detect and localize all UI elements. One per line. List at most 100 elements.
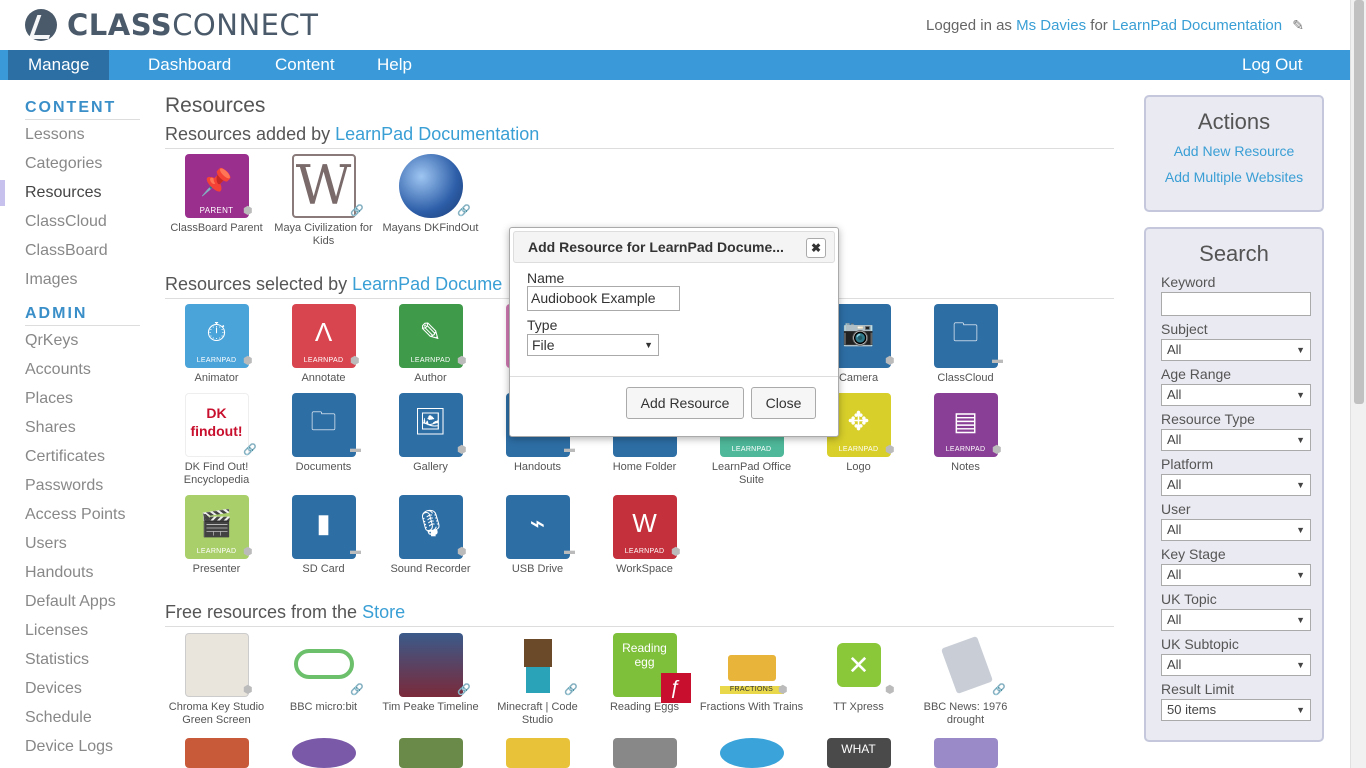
sidebar-item-access-points[interactable]: Access Points bbox=[25, 506, 125, 524]
sidebar-item-categories[interactable]: Categories bbox=[25, 155, 102, 173]
sidebar-item-licenses[interactable]: Licenses bbox=[25, 622, 88, 640]
resource-tile[interactable]: 🎙 ⬢ Sound Recorder bbox=[377, 495, 484, 576]
nav-content[interactable]: Content bbox=[255, 50, 355, 80]
select-value: All bbox=[1167, 522, 1182, 537]
sidebar-item-accounts[interactable]: Accounts bbox=[25, 361, 91, 379]
resource-tile[interactable]: 📌 PARENT ⬢ ClassBoard Parent bbox=[163, 154, 270, 235]
sidebar-item-lessons[interactable]: Lessons bbox=[25, 126, 85, 144]
resource-tile[interactable]: ▤ LEARNPAD ⬢ Notes bbox=[912, 393, 1019, 474]
store-tile[interactable]: 🔗 Tim Peake Timeline bbox=[377, 633, 484, 714]
android-icon: ⬢ bbox=[885, 444, 895, 456]
uk-topic-label: UK Topic bbox=[1161, 591, 1217, 607]
green-screen-icon bbox=[184, 633, 249, 697]
resource-type-select[interactable]: All ▼ bbox=[1161, 429, 1311, 451]
close-button[interactable]: Close bbox=[751, 387, 816, 419]
resource-tile[interactable]: ✎ LEARNPAD ⬢ Author bbox=[377, 304, 484, 385]
link-icon: 🔗 bbox=[457, 205, 471, 217]
resource-tile[interactable]: 🖼 ⬢ Gallery bbox=[377, 393, 484, 474]
store-tile[interactable]: Reading egg ƒ Reading Eggs bbox=[591, 633, 698, 714]
sidebar-item-images[interactable]: Images bbox=[25, 271, 77, 289]
resource-tile[interactable]: 🎬 LEARNPAD ⬢ Presenter bbox=[163, 495, 270, 576]
android-icon: ⬢ bbox=[992, 444, 1002, 456]
nav-help[interactable]: Help bbox=[357, 50, 432, 80]
resource-tile[interactable]: 🗀 ▬ ClassCloud bbox=[912, 304, 1019, 385]
store-tile[interactable]: ✕ ⬢ TT Xpress bbox=[805, 633, 912, 714]
close-icon[interactable]: ✖ bbox=[806, 238, 826, 258]
tile-badge: FRACTIONS bbox=[719, 686, 784, 694]
android-icon: ⬢ bbox=[671, 546, 681, 558]
store-tile[interactable]: FRACTIONS ⬢ Fractions With Trains bbox=[698, 633, 805, 714]
name-input[interactable]: Audiobook Example bbox=[527, 286, 680, 311]
sidebar-item-classboard[interactable]: ClassBoard bbox=[25, 242, 108, 260]
add-multiple-websites-link[interactable]: Add Multiple Websites bbox=[1146, 169, 1322, 185]
scrollbar-thumb[interactable] bbox=[1354, 0, 1364, 404]
store-tile[interactable] bbox=[270, 738, 377, 768]
classconnect-logo[interactable]: CLASSCONNECT bbox=[25, 8, 318, 42]
store-tile[interactable]: ⬢ Chroma Key Studio Green Screen bbox=[163, 633, 270, 727]
sidebar-item-certificates[interactable]: Certificates bbox=[25, 448, 105, 466]
result-limit-select[interactable]: 50 items ▼ bbox=[1161, 699, 1311, 721]
store-link[interactable]: Store bbox=[362, 602, 405, 622]
sidebar-item-device-logs[interactable]: Device Logs bbox=[25, 738, 113, 756]
resource-tile[interactable]: ⌁ ▬ USB Drive bbox=[484, 495, 591, 576]
login-info: Logged in as Ms Davies for LearnPad Docu… bbox=[926, 17, 1304, 34]
store-tile[interactable] bbox=[377, 738, 484, 768]
select-value: All bbox=[1167, 567, 1182, 582]
resource-tile[interactable]: W LEARNPAD ⬢ WorkSpace bbox=[591, 495, 698, 576]
dk-findout-icon: DK findout! bbox=[184, 393, 249, 457]
platform-select[interactable]: All ▼ bbox=[1161, 474, 1311, 496]
sidebar-item-users[interactable]: Users bbox=[25, 535, 67, 553]
user-name-link[interactable]: Ms Davies bbox=[1016, 17, 1086, 34]
sidebar-item-default-apps[interactable]: Default Apps bbox=[25, 593, 116, 611]
notes-icon: ▤ LEARNPAD bbox=[933, 393, 998, 457]
tile-badge: LEARNPAD bbox=[731, 446, 772, 453]
logout-button[interactable]: Log Out bbox=[1222, 50, 1323, 80]
sidebar-item-handouts[interactable]: Handouts bbox=[25, 564, 94, 582]
store-tile[interactable]: 🔗 BBC micro:bit bbox=[270, 633, 377, 714]
key-stage-select[interactable]: All ▼ bbox=[1161, 564, 1311, 586]
resource-tile[interactable]: W 🔗 Maya Civilization for Kids bbox=[270, 154, 377, 248]
document-scroll-icon bbox=[933, 633, 998, 697]
organisation-link[interactable]: LearnPad Documentation bbox=[1112, 17, 1282, 34]
sidebar-item-classcloud[interactable]: ClassCloud bbox=[25, 213, 107, 231]
sidebar-item-passwords[interactable]: Passwords bbox=[25, 477, 103, 495]
keyword-input[interactable] bbox=[1161, 292, 1311, 316]
type-select[interactable]: File ▼ bbox=[527, 334, 659, 356]
add-resource-button[interactable]: Add Resource bbox=[626, 387, 744, 419]
store-tile[interactable]: 🔗 Minecraft | Code Studio bbox=[484, 633, 591, 727]
nav-dashboard[interactable]: Dashboard bbox=[128, 50, 251, 80]
store-tile[interactable] bbox=[698, 738, 805, 768]
uk-subtopic-select[interactable]: All ▼ bbox=[1161, 654, 1311, 676]
selected-by-link[interactable]: LearnPad Docume bbox=[352, 274, 502, 294]
resource-tile[interactable]: 🔗 Mayans DKFindOut bbox=[377, 154, 484, 235]
store-tile[interactable]: WHAT bbox=[805, 738, 912, 768]
store-tile[interactable]: 🔗 BBC News: 1976 drought bbox=[912, 633, 1019, 727]
sidebar-item-shares[interactable]: Shares bbox=[25, 419, 76, 437]
age-range-select[interactable]: All ▼ bbox=[1161, 384, 1311, 406]
nav-manage[interactable]: Manage bbox=[8, 50, 110, 80]
resource-tile[interactable]: ▮ ▬ SD Card bbox=[270, 495, 377, 576]
sidebar-item-qrkeys[interactable]: QrKeys bbox=[25, 332, 78, 350]
uk-topic-select[interactable]: All ▼ bbox=[1161, 609, 1311, 631]
vertical-scrollbar[interactable] bbox=[1350, 0, 1366, 768]
user-select[interactable]: All ▼ bbox=[1161, 519, 1311, 541]
sidebar-item-devices[interactable]: Devices bbox=[25, 680, 82, 698]
resource-tile[interactable]: Λ LEARNPAD ⬢ Annotate bbox=[270, 304, 377, 385]
add-new-resource-link[interactable]: Add New Resource bbox=[1146, 143, 1322, 159]
dropdown-arrow-icon: ▼ bbox=[1296, 705, 1305, 715]
store-tile[interactable] bbox=[484, 738, 591, 768]
store-tile[interactable] bbox=[591, 738, 698, 768]
sidebar-item-schedule[interactable]: Schedule bbox=[25, 709, 92, 727]
added-by-link[interactable]: LearnPad Documentation bbox=[335, 124, 539, 144]
store-tile[interactable] bbox=[912, 738, 1019, 768]
resource-tile[interactable]: 🗀 ▬ Documents bbox=[270, 393, 377, 474]
subject-select[interactable]: All ▼ bbox=[1161, 339, 1311, 361]
sidebar-item-resources[interactable]: Resources bbox=[25, 184, 101, 202]
resource-tile[interactable]: ⏱ LEARNPAD ⬢ Animator bbox=[163, 304, 270, 385]
store-tile[interactable] bbox=[163, 738, 270, 768]
sidebar-item-statistics[interactable]: Statistics bbox=[25, 651, 89, 669]
resource-tile[interactable]: DK findout! 🔗 DK Find Out! Encyclopedia bbox=[163, 393, 270, 487]
pencil-icon[interactable]: ✎ bbox=[1292, 17, 1304, 34]
tile-badge: LEARNPAD bbox=[945, 446, 986, 453]
sidebar-item-places[interactable]: Places bbox=[25, 390, 73, 408]
